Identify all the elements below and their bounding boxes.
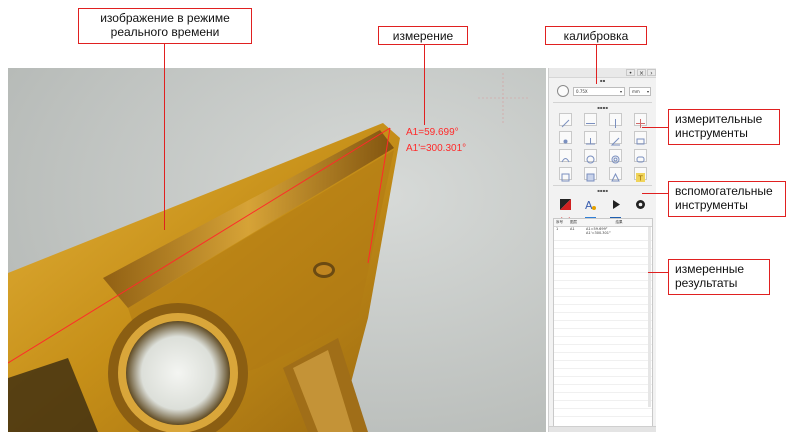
panel-titlebar: • × › <box>549 68 656 78</box>
status-bar <box>549 426 656 432</box>
empty-row <box>554 281 652 289</box>
parallel-tool-icon[interactable] <box>584 113 597 126</box>
circle-tool-icon[interactable] <box>584 149 597 164</box>
col-result: 结果 <box>615 220 623 224</box>
empty-row <box>554 321 652 329</box>
calibration-row: 0.75X ▾ mm ▾ <box>549 84 656 100</box>
empty-row <box>554 249 652 257</box>
live-image-view[interactable]: A1=59.699° A1'=300.301° <box>8 68 546 432</box>
empty-row <box>554 289 652 297</box>
pin-button[interactable]: • <box>626 69 635 77</box>
lens-icon[interactable] <box>557 85 569 97</box>
empty-row <box>554 353 652 361</box>
empty-row <box>554 345 652 353</box>
empty-row <box>554 361 652 369</box>
callout-results: измеренные результаты <box>668 259 770 295</box>
font-icon[interactable]: A <box>584 196 597 212</box>
empty-row <box>554 297 652 305</box>
callout-measure-tools-text: измерительные инструменты <box>675 112 763 140</box>
callout-results-text: измеренные результаты <box>675 262 745 290</box>
divider <box>553 102 652 103</box>
pointer-line <box>596 45 598 84</box>
empty-row <box>554 265 652 273</box>
point-tool-icon[interactable] <box>559 131 572 144</box>
empty-row <box>554 377 652 385</box>
row-result: A1=59.699° A1'=300.301° <box>586 227 652 240</box>
magnification-value: 0.75X <box>576 89 588 94</box>
arc-tool-icon[interactable] <box>559 149 572 163</box>
polygon-tool-icon[interactable] <box>609 167 622 182</box>
magnification-select[interactable]: 0.75X ▾ <box>573 87 625 96</box>
table-row[interactable]: 1 A1 A1=59.699° A1'=300.301° <box>554 227 652 241</box>
results-scrollbar[interactable] <box>648 227 651 407</box>
unit-value: mm <box>632 89 640 94</box>
angle-tool-icon[interactable] <box>609 131 622 146</box>
pointer-line <box>424 45 426 125</box>
measurement-panel: • × › ▪▪ 0.75X ▾ mm ▾ ▪▪▪▪ T ▪▪▪▪ A 序号 图… <box>548 68 656 432</box>
empty-row <box>554 241 652 249</box>
row-layer: A1 <box>570 227 575 231</box>
empty-row <box>554 313 652 321</box>
col-layer: 图层 <box>570 220 577 224</box>
callout-measurement: измерение <box>378 26 468 45</box>
callout-calibration: калибровка <box>545 26 647 45</box>
callout-measurement-text: измерение <box>392 29 454 43</box>
empty-row <box>554 393 652 401</box>
svg-text:A: A <box>585 199 593 211</box>
measurement-tools: T <box>549 111 656 183</box>
vertical-tool-icon[interactable] <box>609 113 622 128</box>
results-table[interactable]: 序号 图层 结果 1 A1 A1=59.699° A1'=300.301° <box>553 218 653 428</box>
line-tool-icon[interactable] <box>559 113 572 128</box>
expand-button[interactable]: › <box>647 69 656 77</box>
chevron-down-icon: ▾ <box>646 89 649 94</box>
chevron-down-icon: ▾ <box>619 89 622 94</box>
camera-image <box>8 68 546 432</box>
callout-measure-tools: измерительные инструменты <box>668 109 780 145</box>
callout-aux-tools-text: вспомогательные инструменты <box>675 184 773 212</box>
settings-icon[interactable] <box>634 196 647 209</box>
divider <box>553 185 652 186</box>
count-tool-icon[interactable] <box>559 167 572 182</box>
rounded-rect-tool-icon[interactable] <box>634 149 647 163</box>
empty-row <box>554 329 652 337</box>
pointer-line <box>642 127 668 129</box>
empty-row <box>554 409 652 417</box>
empty-row <box>554 273 652 281</box>
pointer-line <box>164 44 166 230</box>
empty-row <box>554 401 652 409</box>
empty-row <box>554 305 652 313</box>
angle-a1-prime: A1'=300.301° <box>406 143 467 154</box>
concentric-tool-icon[interactable] <box>609 149 622 164</box>
row-index: 1 <box>556 227 559 231</box>
col-index: 序号 <box>556 220 563 224</box>
rectangle-tool-icon[interactable] <box>634 131 647 145</box>
empty-row <box>554 337 652 345</box>
play-icon[interactable] <box>609 196 622 209</box>
angle-a1: A1=59.699° <box>406 127 459 138</box>
callout-calibration-text: калибровка <box>563 29 629 43</box>
area-tool-icon[interactable] <box>584 167 597 182</box>
angle-readout: A1=59.699° A1'=300.301° <box>406 125 466 157</box>
cross-tool-icon[interactable] <box>634 113 647 128</box>
empty-row <box>554 385 652 393</box>
color-picker-icon[interactable] <box>559 196 572 210</box>
row-result-line-2: A1'=300.301° <box>586 231 611 235</box>
empty-row <box>554 369 652 377</box>
svg-text:T: T <box>638 175 644 183</box>
text-tool-icon[interactable]: T <box>634 167 647 183</box>
results-header: 序号 图层 结果 <box>554 219 652 227</box>
unit-select[interactable]: mm ▾ <box>629 87 651 96</box>
distance-tool-icon[interactable] <box>584 131 597 145</box>
callout-live-image: изображение в режиме реального времени <box>78 8 252 44</box>
pointer-line <box>648 272 668 274</box>
callout-live-image-text: изображение в режиме реального времени <box>100 11 230 39</box>
close-button[interactable]: × <box>637 69 646 77</box>
empty-row <box>554 257 652 265</box>
callout-aux-tools: вспомогательные инструменты <box>668 181 786 217</box>
pointer-line <box>642 193 668 195</box>
